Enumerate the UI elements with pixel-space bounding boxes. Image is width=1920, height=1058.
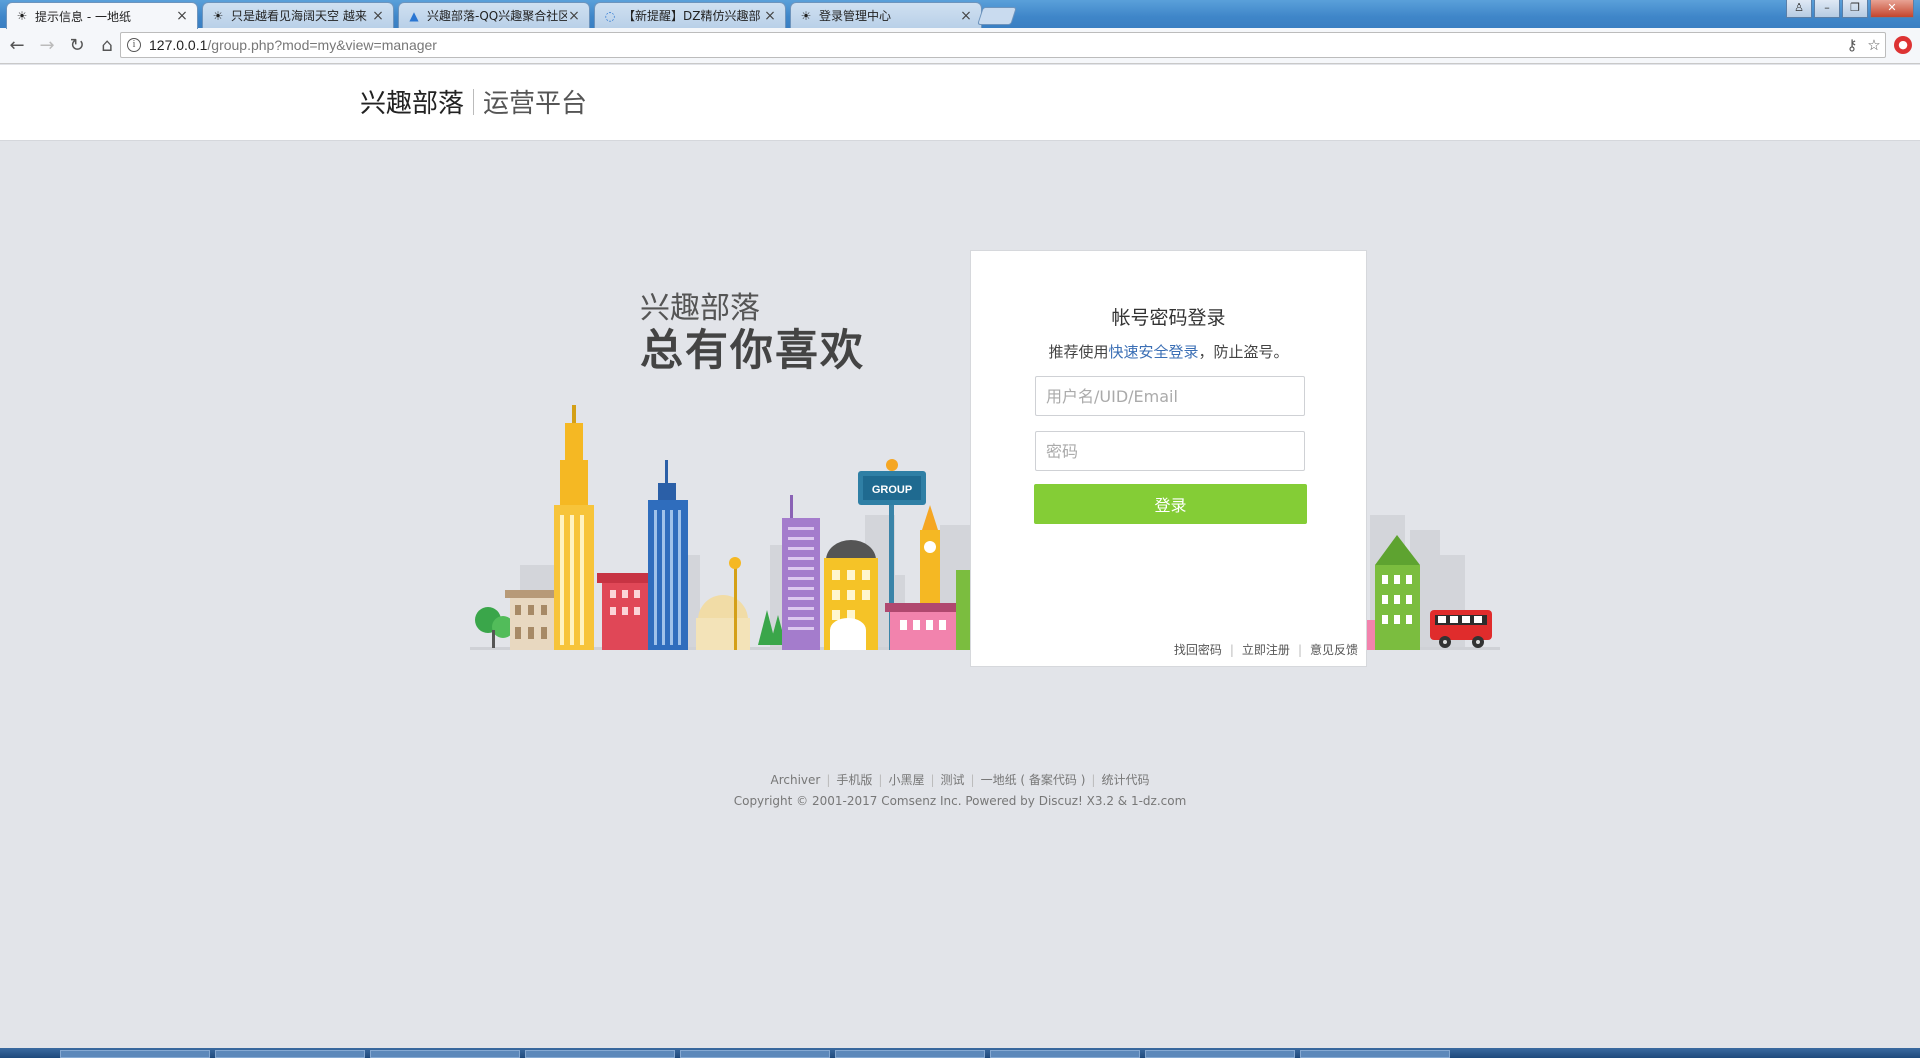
login-tip-suffix: ，防止盗号。 — [1198, 343, 1289, 361]
slogan-line-1: 兴趣部落 — [640, 291, 760, 326]
footer-divider: | — [970, 773, 975, 787]
star-icon[interactable]: ☆ — [1863, 36, 1885, 54]
footer-divider: | — [878, 773, 883, 787]
extension-icon[interactable]: ● — [1894, 36, 1912, 54]
hero-slogan: 兴趣部落 总有你喜欢 — [640, 291, 865, 377]
site-footer: Archiver | 手机版 | 小黑屋 | 测试 | 一地纸 ( 备案代码 )… — [0, 770, 1920, 812]
tab-title: 兴趣部落-QQ兴趣聚合社区 — [427, 9, 567, 23]
slogan-line-2: 总有你喜欢 — [640, 326, 865, 376]
url-text[interactable]: 127.0.0.1/group.php?mod=my&view=manager — [149, 37, 1841, 53]
sun-icon: ☀ — [800, 8, 812, 23]
user-icon[interactable]: ♙ — [1786, 0, 1812, 18]
minimize-icon[interactable]: – — [1814, 0, 1840, 18]
browser-tab-0[interactable]: ☀ 提示信息 - 一地纸 × — [6, 2, 198, 29]
taskbar-item[interactable] — [1300, 1050, 1450, 1058]
forgot-password-link[interactable]: 找回密码 — [1174, 641, 1222, 658]
taskbar-item[interactable] — [680, 1050, 830, 1058]
new-tab-button[interactable] — [977, 7, 1017, 25]
logo-divider — [473, 88, 475, 115]
tab-title: 只是越看见海阔天空 越来 — [231, 9, 367, 23]
browser-tab-3[interactable]: ◌ 【新提醒】DZ精仿兴趣部 × — [594, 2, 786, 28]
footer-links: Archiver | 手机版 | 小黑屋 | 测试 | 一地纸 ( 备案代码 )… — [0, 770, 1920, 791]
sun-icon: ☀ — [16, 9, 28, 23]
footer-link-test[interactable]: 测试 — [941, 770, 965, 791]
link-divider: | — [1297, 642, 1302, 657]
logo-main: 兴趣部落 — [360, 89, 465, 119]
close-icon[interactable]: × — [959, 8, 973, 24]
login-tip: 推荐使用快速安全登录，防止盗号。 — [971, 341, 1366, 362]
triangle-icon: ▲ — [409, 8, 419, 23]
url-host: 127.0.0.1 — [149, 37, 208, 53]
dome-building — [696, 557, 750, 650]
tab-title: 【新提醒】DZ精仿兴趣部 — [623, 9, 761, 23]
login-tip-prefix: 推荐使用 — [1048, 343, 1109, 361]
login-panel: 帐号密码登录 推荐使用快速安全登录，防止盗号。 登录 找回密码 | 立即注册 |… — [970, 250, 1367, 667]
footer-link-mobile[interactable]: 手机版 — [836, 770, 872, 791]
restore-icon[interactable]: ❐ — [1842, 0, 1868, 18]
browser-tabstrip: ☀ 提示信息 - 一地纸 × ☀ 只是越看见海阔天空 越来 × ▲ 兴趣部落-Q… — [0, 0, 1920, 29]
back-icon[interactable]: ← — [4, 33, 30, 59]
purple-building — [782, 495, 820, 650]
pink-building — [885, 603, 961, 650]
window-controls: ♙ – ❐ ✕ — [1786, 0, 1914, 18]
footer-divider: | — [1091, 773, 1096, 787]
browser-tab-1[interactable]: ☀ 只是越看见海阔天空 越来 × — [202, 2, 394, 28]
window-close-icon[interactable]: ✕ — [1870, 0, 1914, 18]
footer-link-icp[interactable]: 一地纸 ( 备案代码 ) — [981, 770, 1086, 791]
home-icon[interactable]: ⌂ — [94, 33, 120, 59]
footer-link-blackroom[interactable]: 小黑屋 — [888, 770, 924, 791]
footer-link-archiver[interactable]: Archiver — [771, 770, 821, 791]
red-building — [597, 573, 655, 650]
register-link[interactable]: 立即注册 — [1242, 641, 1290, 658]
browser-toolbar: ← → ↻ ⌂ i 127.0.0.1/group.php?mod=my&vie… — [0, 28, 1920, 64]
taskbar-item[interactable] — [60, 1050, 210, 1058]
close-icon[interactable]: × — [763, 8, 777, 24]
footer-divider: | — [826, 773, 831, 787]
login-button[interactable]: 登录 — [1034, 484, 1307, 524]
taskbar-item[interactable] — [215, 1050, 365, 1058]
address-bar[interactable]: i 127.0.0.1/group.php?mod=my&view=manage… — [120, 32, 1886, 58]
taskbar-item[interactable] — [1145, 1050, 1295, 1058]
close-icon[interactable]: × — [175, 8, 189, 24]
site-header: 兴趣部落 运营平台 — [0, 65, 1920, 141]
footer-divider: | — [930, 773, 935, 787]
browser-tab-4[interactable]: ☀ 登录管理中心 × — [790, 2, 982, 28]
close-icon[interactable]: × — [371, 8, 385, 24]
taskbar-item[interactable] — [835, 1050, 985, 1058]
tree-left — [475, 607, 514, 648]
reload-icon[interactable]: ↻ — [64, 33, 90, 59]
username-input[interactable] — [1035, 376, 1305, 416]
quick-login-link[interactable]: 快速安全登录 — [1108, 343, 1198, 361]
footer-copyright: Copyright © 2001-2017 Comsenz Inc. Power… — [733, 794, 1187, 808]
link-divider: | — [1229, 642, 1234, 657]
sun-icon: ☀ — [212, 8, 224, 23]
password-input[interactable] — [1035, 431, 1305, 471]
group-sign-text: GROUP — [872, 484, 912, 496]
taskbar-item[interactable] — [525, 1050, 675, 1058]
taskbar-item[interactable] — [990, 1050, 1140, 1058]
forward-icon[interactable]: → — [34, 33, 60, 59]
tab-title: 登录管理中心 — [819, 9, 892, 23]
loading-icon: ◌ — [604, 8, 616, 23]
feedback-link[interactable]: 意见反馈 — [1310, 641, 1358, 658]
taskbar-item[interactable] — [370, 1050, 520, 1058]
site-logo[interactable]: 兴趣部落 运营平台 — [360, 83, 587, 120]
os-taskbar — [0, 1048, 1920, 1058]
logo-sub: 运营平台 — [483, 89, 588, 119]
key-icon[interactable]: ⚷ — [1841, 36, 1863, 54]
yellow-tower — [554, 405, 594, 650]
info-icon[interactable]: i — [127, 38, 141, 52]
yellow-dome-building — [824, 540, 878, 650]
url-path: /group.php?mod=my&view=manager — [207, 37, 437, 53]
blue-skyscraper — [648, 460, 688, 650]
browser-tab-2[interactable]: ▲ 兴趣部落-QQ兴趣聚合社区 × — [398, 2, 590, 28]
login-title: 帐号密码登录 — [1111, 307, 1226, 329]
close-icon[interactable]: × — [567, 8, 581, 24]
login-links: 找回密码 | 立即注册 | 意见反馈 — [1174, 641, 1358, 658]
footer-link-stats[interactable]: 统计代码 — [1101, 770, 1149, 791]
tab-title: 提示信息 - 一地纸 — [35, 9, 131, 24]
